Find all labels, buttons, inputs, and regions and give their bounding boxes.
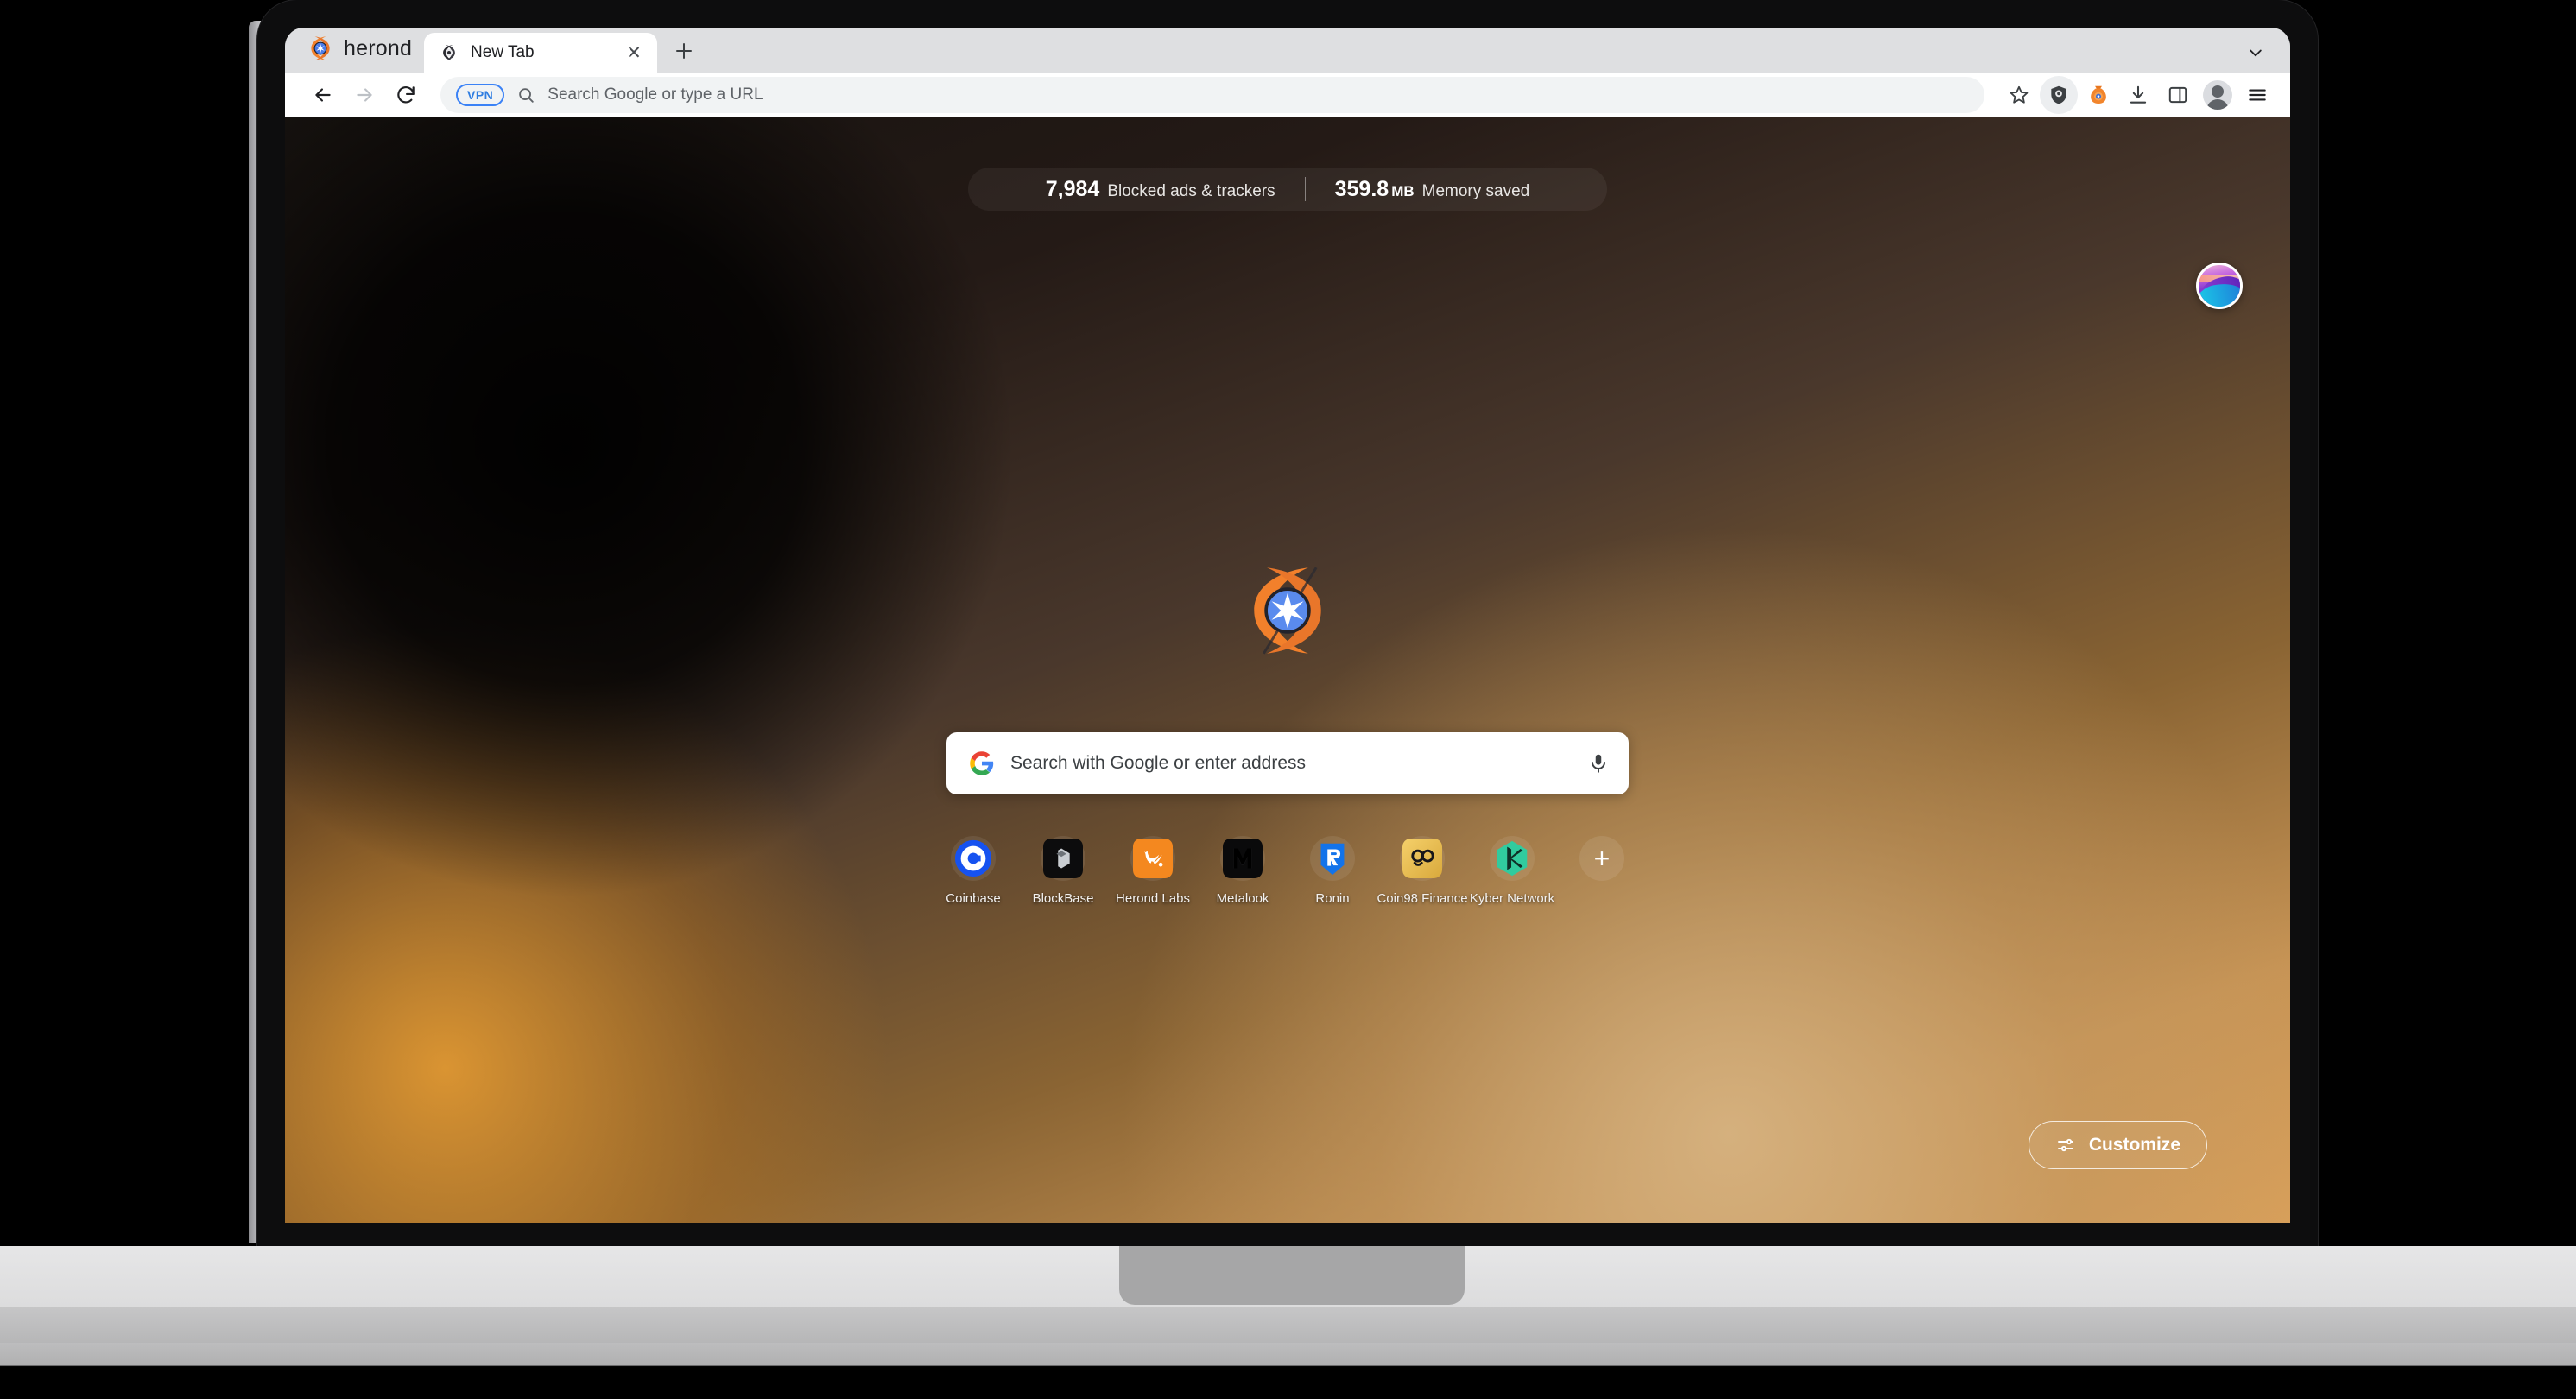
metalook-icon (1223, 839, 1263, 878)
coinbase-icon (954, 839, 992, 877)
coin-bag-icon (2091, 85, 2106, 104)
star-icon (2010, 85, 2029, 104)
reload-icon (397, 86, 415, 104)
stat-unit: MB (1391, 182, 1415, 199)
shortcut-kyber-network[interactable]: Kyber Network (1467, 824, 1557, 906)
tab-new-tab[interactable]: New Tab ✕ (424, 33, 658, 73)
stat-blocked-ads: 7,984 Blocked ads & trackers (1016, 177, 1305, 202)
toolbar-actions (2000, 76, 2276, 114)
stat-memory-saved: 359.8 MB Memory saved (1306, 177, 1560, 202)
split-view-button[interactable] (2159, 76, 2197, 114)
tab-title: New Tab (471, 43, 535, 61)
shield-button[interactable] (2040, 76, 2078, 114)
browser-toolbar: VPN Search Google or type a URL (285, 73, 2290, 117)
forward-arrow-icon (357, 88, 372, 102)
tile-label: Coin98 Finance (1377, 891, 1468, 906)
laptop-deck-lip (0, 1307, 2576, 1348)
tile-label: Kyber Network (1469, 891, 1555, 906)
coin98-icon (1402, 839, 1442, 878)
wallpaper-theme-icon[interactable] (2196, 263, 2243, 309)
stat-label: Blocked ads & trackers (1107, 181, 1275, 200)
herond-favicon-icon (443, 45, 455, 60)
omnibox[interactable]: VPN Search Google or type a URL (440, 77, 1984, 113)
tile-icon-wrap (1490, 836, 1535, 881)
hamburger-menu-icon (2249, 89, 2266, 101)
browser-brand: herond (301, 28, 424, 73)
shield-icon (2051, 85, 2066, 104)
back-button[interactable] (304, 76, 342, 114)
tile-icon-wrap (951, 836, 996, 881)
search-placeholder: Search with Google or enter address (1010, 753, 1307, 773)
tune-sliders-icon (2057, 1138, 2073, 1152)
download-icon (2130, 85, 2147, 104)
brand-name: herond (344, 35, 413, 60)
back-arrow-icon (315, 88, 331, 102)
avatar-icon (2203, 80, 2232, 110)
rewards-button[interactable] (2079, 76, 2117, 114)
tile-label: Metalook (1216, 891, 1269, 906)
herond-logo-icon (311, 36, 330, 60)
shortcut-blockbase[interactable]: BlockBase (1018, 824, 1108, 906)
tile-icon-wrap (1130, 836, 1175, 881)
tile-label: Coinbase (946, 891, 1001, 906)
tile-icon-wrap (1400, 836, 1445, 881)
stat-label: Memory saved (1421, 181, 1530, 200)
herond-hero-logo-icon (1254, 567, 1321, 655)
shortcut-herond-labs[interactable]: Herond Labs (1108, 824, 1198, 906)
tab-strip: herond New Tab ✕ (285, 28, 2290, 73)
laptop-deck-foot (0, 1343, 2576, 1399)
tile-label: Herond Labs (1116, 891, 1190, 906)
downloads-button[interactable] (2119, 76, 2157, 114)
tile-icon-wrap (1041, 836, 1085, 881)
tile-icon-wrap (1310, 836, 1355, 881)
shortcut-coinbase[interactable]: Coinbase (928, 824, 1018, 906)
new-tab-button[interactable] (664, 33, 704, 73)
shortcut-tiles: Coinbase BlockBase Herond Labs Metalook … (928, 824, 1647, 906)
privacy-stats-bar: 7,984 Blocked ads & trackers 359.8 MB Me… (968, 168, 1607, 211)
herond-labs-icon (1133, 839, 1173, 878)
laptop-deck-notch (1119, 1246, 1465, 1305)
stat-number: 7,984 (1045, 176, 1100, 201)
ronin-icon (1320, 843, 1345, 876)
add-shortcut-button[interactable]: + (1557, 824, 1647, 881)
profile-button[interactable] (2199, 76, 2237, 114)
vpn-badge[interactable]: VPN (456, 84, 505, 106)
bookmark-button[interactable] (2000, 76, 2038, 114)
customize-label: Customize (2088, 1135, 2180, 1155)
plus-icon (676, 43, 693, 59)
close-icon[interactable]: ✕ (623, 41, 645, 64)
search-icon (519, 88, 535, 103)
search-box[interactable]: Search with Google or enter address (946, 732, 1629, 794)
split-view-icon (2168, 86, 2187, 104)
chevron-down-icon (2250, 49, 2262, 57)
kyber-network-icon (1497, 840, 1528, 877)
forward-button[interactable] (345, 76, 383, 114)
shortcut-metalook[interactable]: Metalook (1198, 824, 1288, 906)
shortcut-ronin[interactable]: Ronin (1288, 824, 1377, 906)
tile-icon-wrap (1220, 836, 1265, 881)
tile-label: Ronin (1315, 891, 1350, 906)
stat-number: 359.8 (1334, 176, 1389, 201)
blockbase-icon (1043, 839, 1083, 878)
customize-button[interactable]: Customize (2028, 1121, 2207, 1169)
microphone-icon[interactable] (1587, 752, 1610, 775)
omnibox-placeholder: Search Google or type a URL (547, 85, 763, 104)
tile-label: BlockBase (1032, 891, 1094, 906)
laptop-deck (0, 1246, 2576, 1348)
shortcut-coin98[interactable]: Coin98 Finance (1377, 824, 1468, 906)
browser-window: herond New Tab ✕ VPN Search Google or ty… (285, 28, 2290, 1223)
google-g-icon (970, 751, 994, 775)
tab-search-button[interactable] (2235, 33, 2276, 73)
new-tab-page: 7,984 Blocked ads & trackers 359.8 MB Me… (285, 117, 2290, 1223)
screenshot-stage: herond New Tab ✕ VPN Search Google or ty… (0, 0, 2576, 1399)
plus-icon: + (1579, 836, 1624, 881)
menu-button[interactable] (2238, 76, 2276, 114)
reload-button[interactable] (387, 76, 425, 114)
